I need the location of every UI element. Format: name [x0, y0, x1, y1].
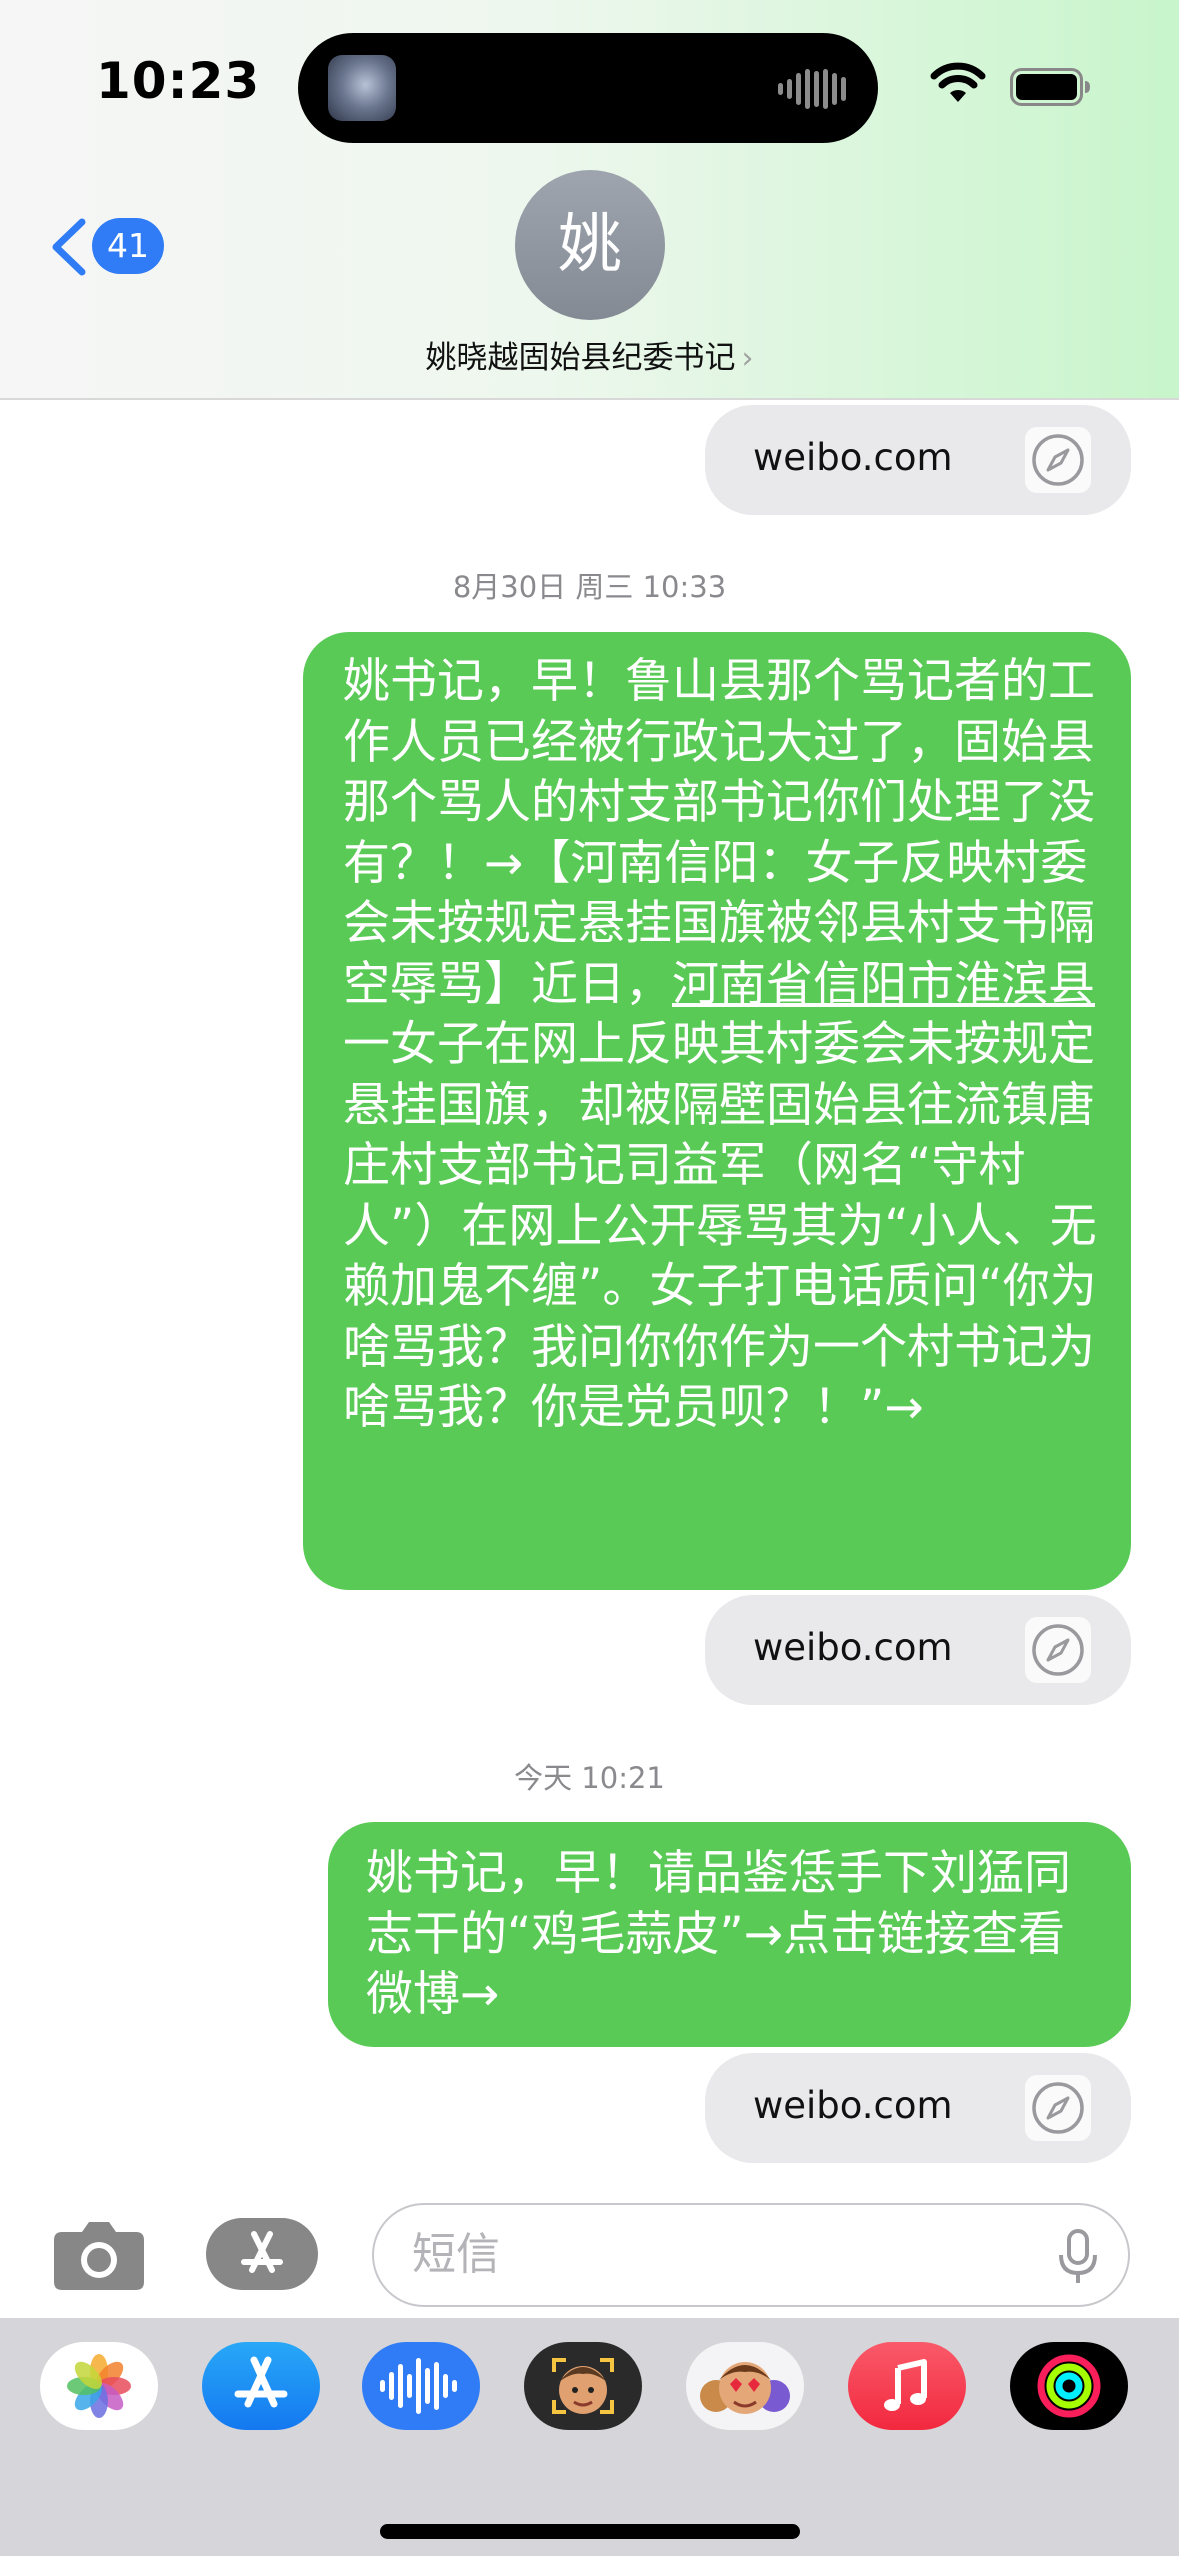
- message-timestamp: 8月30日 周三 10:33: [452, 570, 727, 604]
- outgoing-message-bubble[interactable]: 姚书记，早！请品鉴恁手下刘猛同志干的“鸡毛蒜皮”→点击链接查看微博→: [328, 1822, 1131, 2047]
- now-playing-thumbnail: [328, 55, 396, 121]
- link-domain: weibo.com: [753, 2084, 953, 2127]
- link-domain: weibo.com: [753, 436, 953, 479]
- message-input[interactable]: 短信: [372, 2203, 1130, 2307]
- compass-icon: [1025, 427, 1091, 493]
- message-text: 一女子在网上反映其村委会未按规定悬挂国旗，却被隔壁固始县往流镇唐庄村支部书记司益…: [343, 1017, 1097, 1435]
- app-store-icon[interactable]: [202, 2342, 320, 2430]
- memoji-icon[interactable]: [524, 2342, 642, 2430]
- fitness-icon[interactable]: [1010, 2342, 1128, 2430]
- dynamic-island[interactable]: [298, 33, 878, 143]
- link-preview-bubble[interactable]: weibo.com: [705, 2053, 1131, 2163]
- camera-icon[interactable]: [52, 2216, 146, 2292]
- link-preview-bubble[interactable]: weibo.com: [705, 1595, 1131, 1705]
- music-icon[interactable]: [848, 2342, 966, 2430]
- audio-message-icon[interactable]: [362, 2342, 480, 2430]
- chevron-right-icon: ›: [741, 341, 754, 376]
- contact-name: 姚晓越固始县纪委书记: [425, 340, 736, 376]
- photos-icon[interactable]: [40, 2342, 158, 2430]
- app-store-toggle-icon[interactable]: [206, 2218, 318, 2290]
- message-text: 姚书记，早！请品鉴恁手下刘猛同志干的“鸡毛蒜皮”→点击链接查看微博→: [366, 1846, 1071, 2022]
- battery-icon: [1010, 68, 1090, 106]
- link-domain: weibo.com: [753, 1626, 953, 1669]
- compass-icon: [1025, 2075, 1091, 2141]
- message-placeholder: 短信: [412, 2229, 500, 2280]
- outgoing-message-bubble[interactable]: 姚书记，早！鲁山县那个骂记者的工作人员已经被行政记大过了，固始县那个骂人的村支部…: [303, 632, 1131, 1590]
- unread-count-badge[interactable]: 41: [92, 218, 164, 274]
- status-time: 10:23: [96, 52, 261, 110]
- memoji-stickers-icon[interactable]: [686, 2342, 804, 2430]
- compass-icon: [1025, 1617, 1091, 1683]
- contact-avatar[interactable]: 姚: [515, 170, 665, 320]
- home-indicator[interactable]: [380, 2524, 800, 2539]
- contact-name-button[interactable]: 姚晓越固始县纪委书记 ›: [0, 332, 1179, 377]
- link-preview-bubble[interactable]: weibo.com: [705, 405, 1131, 515]
- microphone-icon[interactable]: [1058, 2229, 1098, 2285]
- conversation-header: 10:23 41 姚 姚晓越固始县纪委书记 ›: [0, 0, 1179, 400]
- message-link-text[interactable]: 河南省信阳市淮滨县: [672, 957, 1095, 1012]
- back-chevron-icon[interactable]: [48, 218, 88, 276]
- audio-waveform-icon: [778, 69, 846, 109]
- message-timestamp: 今天 10:21: [514, 1761, 665, 1795]
- wifi-icon: [930, 62, 986, 102]
